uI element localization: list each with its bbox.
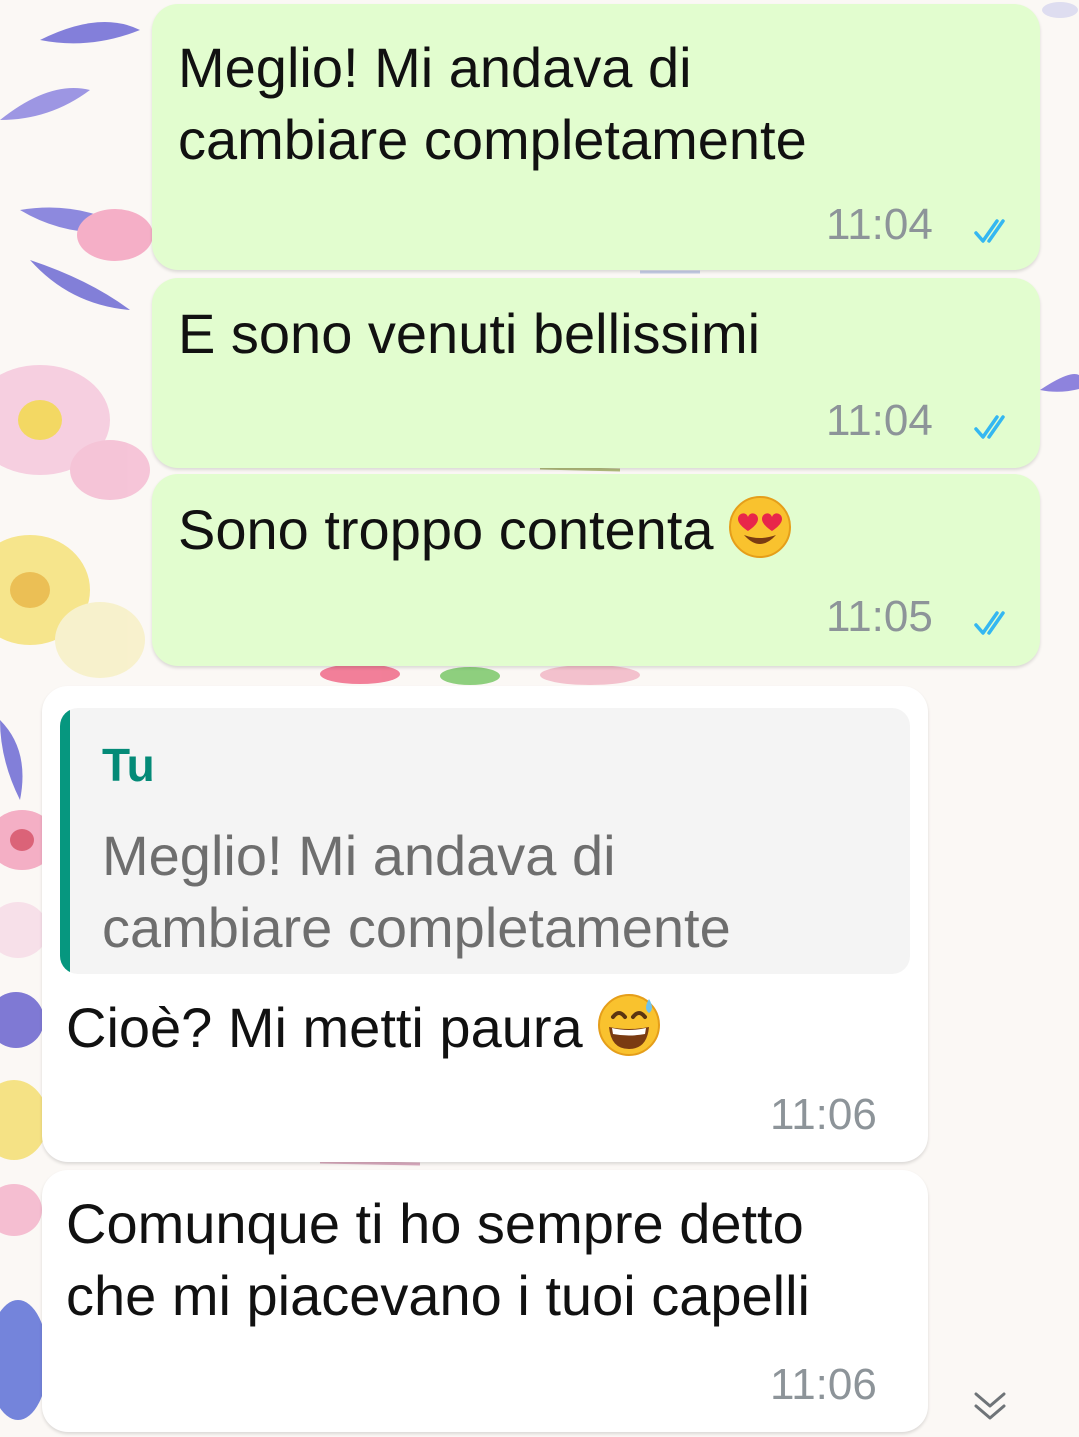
double-check-icon (974, 415, 1005, 439)
message-text-line: cambiare completamente (178, 108, 807, 171)
message-text-line: E sono venuti bellissimi (178, 302, 761, 365)
quote-text-line: cambiare completamente (102, 896, 731, 959)
double-check-icon (974, 219, 1005, 243)
quoted-reply[interactable]: Tu Meglio! Mi andava di cambiare complet… (60, 708, 910, 974)
chevron-double-down-icon[interactable] (968, 1384, 1012, 1428)
message-timestamp: 11:04 (826, 396, 933, 445)
message-text-line: Meglio! Mi andava di (178, 36, 692, 99)
outgoing-message-bubble[interactable]: Sono troppo contenta 11:05 (152, 474, 1040, 666)
incoming-message-bubble[interactable]: Comunque ti ho sempre detto che mi piace… (42, 1170, 928, 1432)
quote-accent-bar (60, 708, 70, 974)
quote-text-line: Meglio! Mi andava di (102, 824, 616, 887)
message-timestamp: 11:06 (770, 1360, 877, 1409)
message-text-line: che mi piacevano i tuoi capelli (66, 1264, 810, 1327)
message-text-line: Cioè? Mi metti paura (66, 992, 661, 1064)
message-text-line: Comunque ti ho sempre detto (66, 1192, 804, 1255)
heart-eyes-emoji (728, 496, 791, 558)
message-text: Cioè? Mi metti paura (66, 996, 583, 1059)
grinning-sweat-emoji (597, 994, 660, 1056)
outgoing-message-bubble[interactable]: Meglio! Mi andava di cambiare completame… (152, 4, 1040, 270)
quote-author: Tu (102, 739, 155, 791)
message-text: Sono troppo contenta (178, 498, 714, 561)
message-text-line: Sono troppo contenta (178, 494, 792, 566)
message-timestamp: 11:06 (770, 1090, 877, 1139)
double-check-icon (974, 611, 1005, 635)
message-timestamp: 11:04 (826, 200, 933, 249)
message-timestamp: 11:05 (826, 592, 933, 641)
outgoing-message-bubble[interactable]: E sono venuti bellissimi 11:04 (152, 278, 1040, 468)
